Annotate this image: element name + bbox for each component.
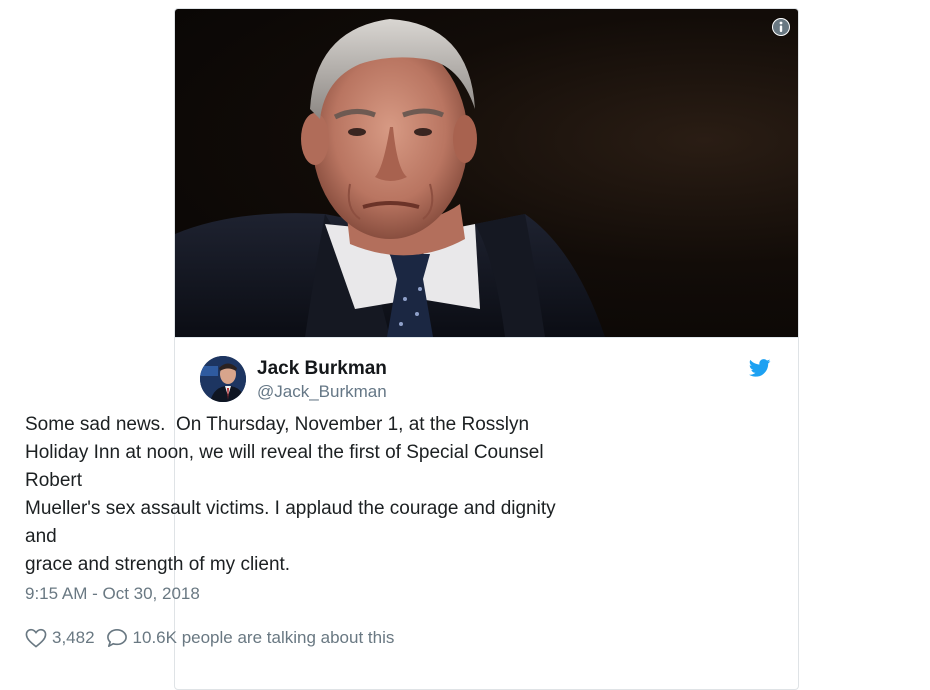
like-count: 3,482 bbox=[52, 628, 95, 647]
tweet-text-line: Holiday Inn at noon, we will reveal the … bbox=[25, 442, 544, 463]
tweet-text-line: Some sad news. On Thursday, November 1, … bbox=[25, 414, 530, 435]
conversation-count: 10.6K people are talking about this bbox=[132, 628, 395, 647]
tweet-header: Jack Burkman @Jack_Burkman bbox=[175, 338, 798, 408]
tweet-actions: 3,482 10.6K people are talking about thi… bbox=[25, 626, 394, 650]
tweet-text-line: grace and strength of my client. bbox=[25, 554, 291, 575]
tweet-text-line: and bbox=[25, 526, 57, 547]
like-button[interactable]: 3,482 bbox=[25, 628, 106, 648]
speech-bubble-icon bbox=[106, 629, 127, 647]
tweet-text: Some sad news. On Thursday, November 1, … bbox=[25, 411, 600, 579]
conversation-link[interactable]: 10.6K people are talking about this bbox=[106, 628, 395, 648]
tweet-timestamp[interactable]: 9:15 AM - Oct 30, 2018 bbox=[25, 584, 200, 604]
avatar[interactable] bbox=[200, 356, 246, 402]
heart-icon bbox=[25, 628, 47, 648]
portrait-photo bbox=[175, 19, 605, 337]
user-handle[interactable]: @Jack_Burkman bbox=[257, 382, 387, 402]
user-name[interactable]: Jack Burkman bbox=[257, 358, 387, 380]
twitter-bird-icon[interactable] bbox=[748, 359, 771, 377]
tweet-text-line: Mueller's sex assault victims. I applaud… bbox=[25, 498, 556, 519]
tweet-card: Jack Burkman @Jack_Burkman bbox=[174, 8, 799, 690]
tweet-media-photo[interactable] bbox=[175, 9, 798, 338]
info-icon[interactable] bbox=[772, 18, 790, 36]
tweet-text-line: Robert bbox=[25, 470, 83, 491]
